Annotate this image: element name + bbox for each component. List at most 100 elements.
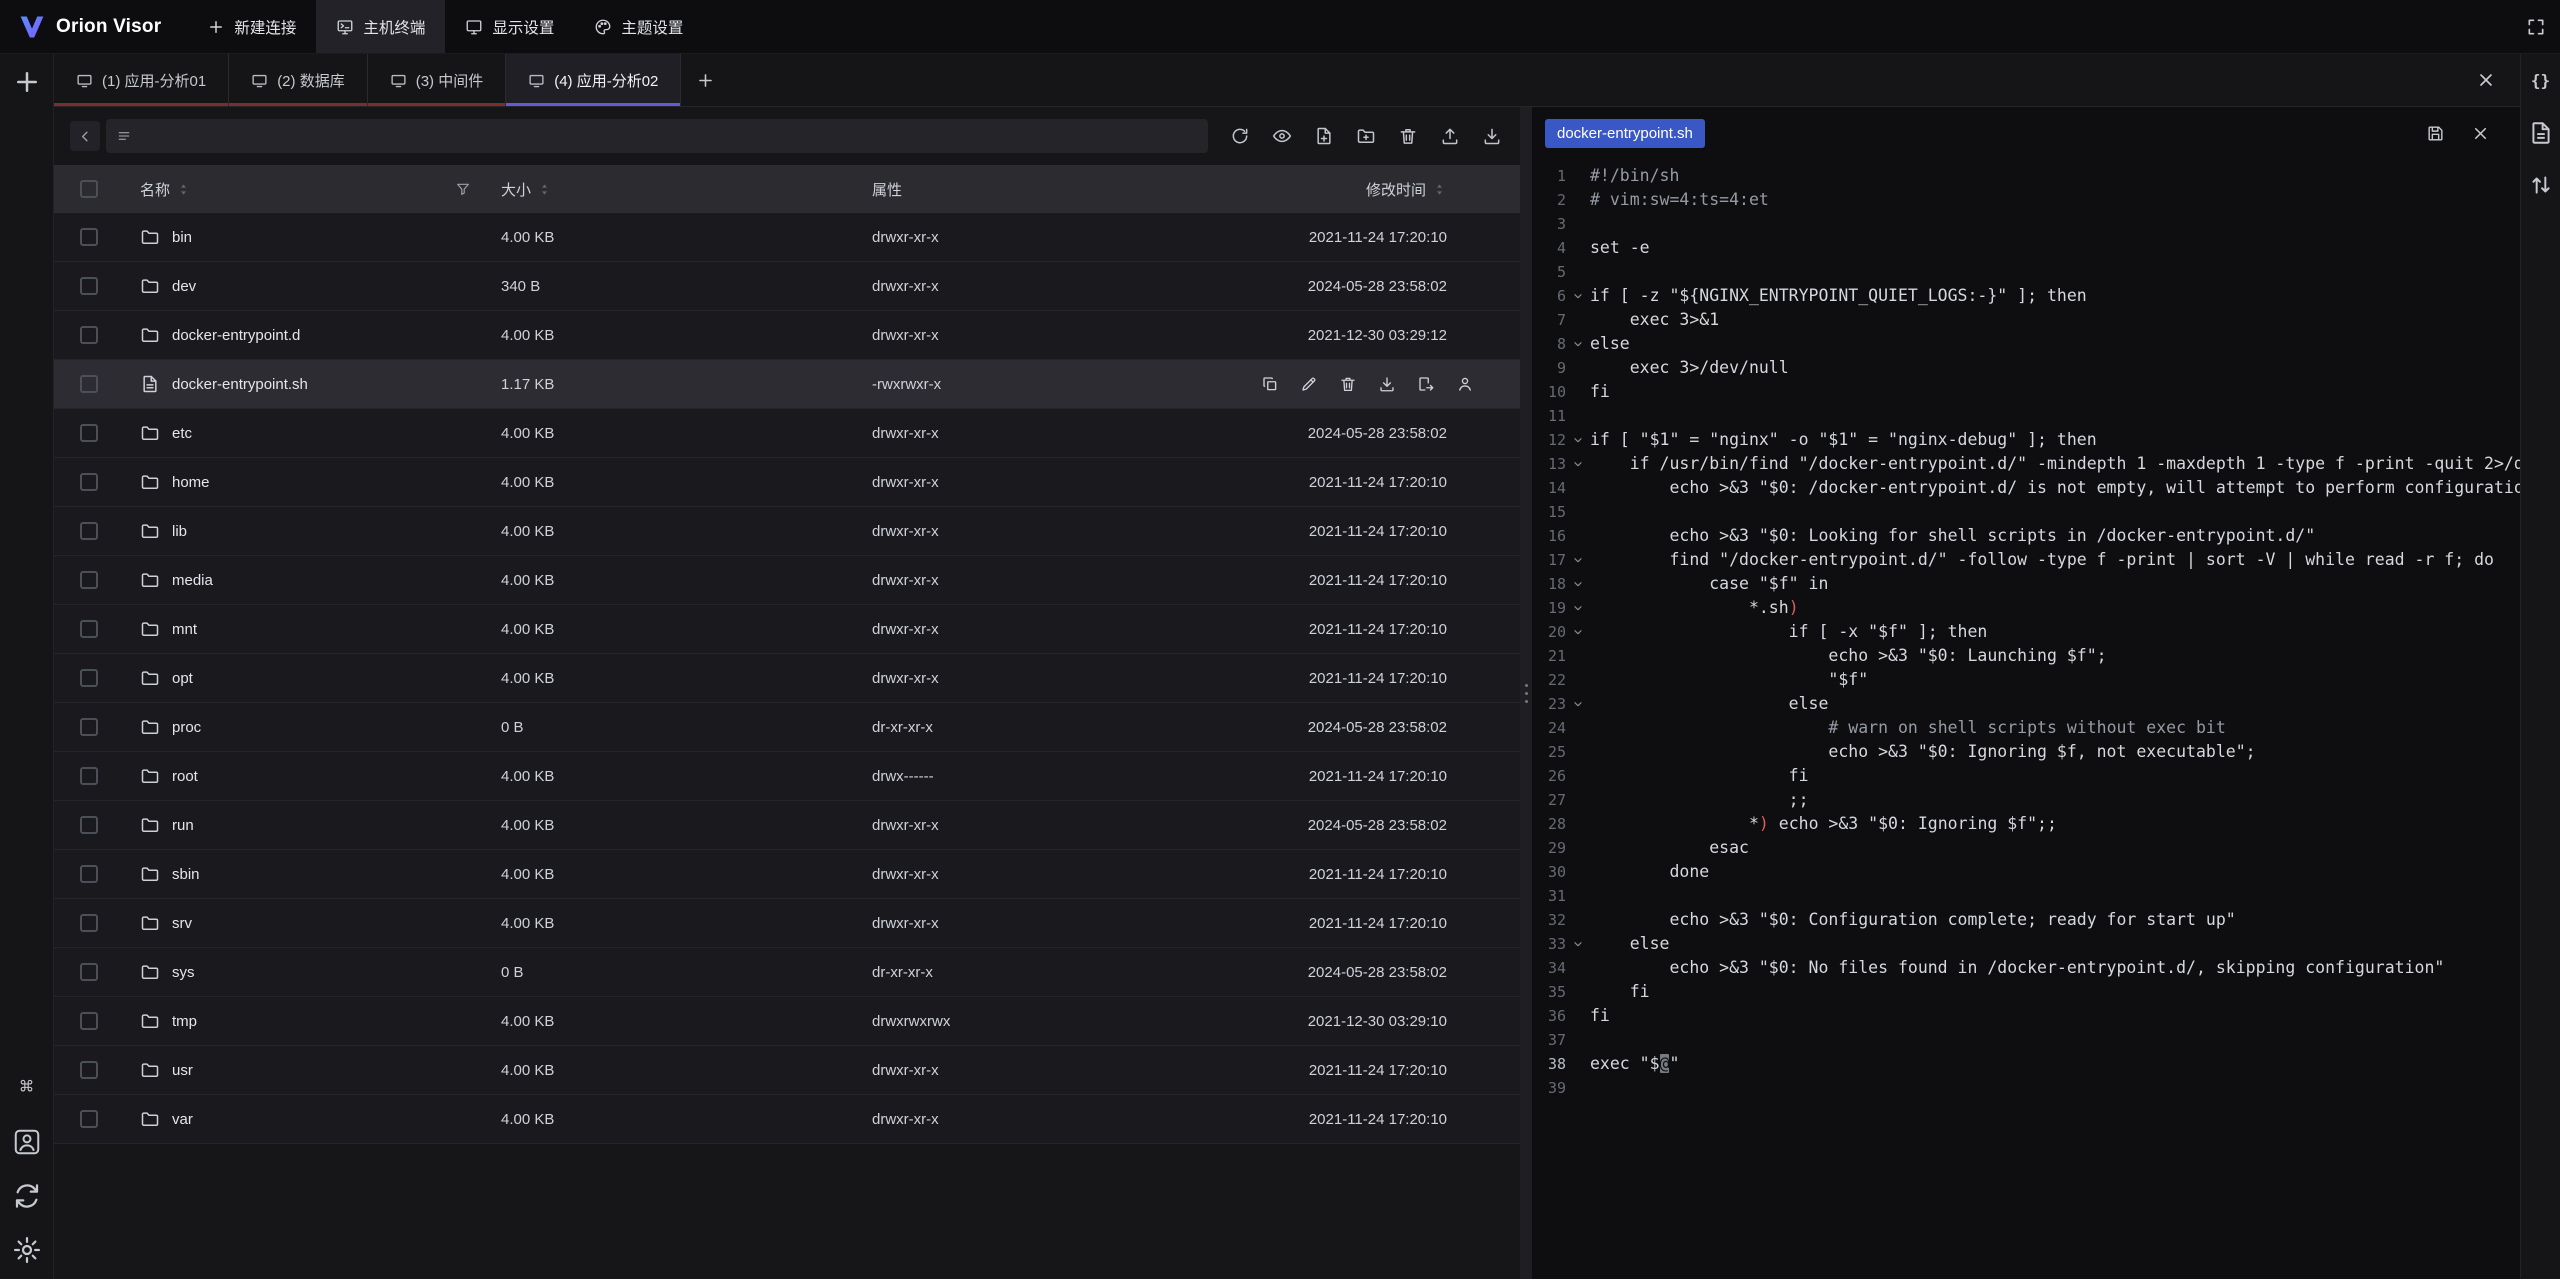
table-row[interactable]: media4.00 KBdrwxr-xr-x2021-11-24 17:20:1…	[54, 556, 1520, 605]
path-input[interactable]	[140, 128, 1198, 145]
row-checkbox[interactable]	[80, 914, 98, 932]
table-row[interactable]: lib4.00 KBdrwxr-xr-x2021-11-24 17:20:10	[54, 507, 1520, 556]
fold-toggle-icon[interactable]	[1566, 332, 1590, 356]
column-header-size[interactable]: 大小	[501, 179, 531, 200]
download-icon[interactable]	[1378, 375, 1396, 393]
row-checkbox[interactable]	[80, 963, 98, 981]
fold-toggle-icon[interactable]	[1566, 428, 1590, 452]
permission-icon[interactable]	[1456, 375, 1474, 393]
fold-toggle-icon[interactable]	[1566, 620, 1590, 644]
table-row[interactable]: tmp4.00 KBdrwxrwxrwx2021-12-30 03:29:10	[54, 997, 1520, 1046]
row-checkbox[interactable]	[80, 1110, 98, 1128]
fold-toggle-icon[interactable]	[1566, 452, 1590, 476]
table-row[interactable]: etc4.00 KBdrwxr-xr-x2024-05-28 23:58:02	[54, 409, 1520, 458]
fold-toggle-icon[interactable]	[1566, 548, 1590, 572]
table-row[interactable]: run4.00 KBdrwxr-xr-x2024-05-28 23:58:02	[54, 801, 1520, 850]
upload-button[interactable]	[1440, 126, 1460, 146]
table-row[interactable]: sys0 Bdr-xr-xr-x2024-05-28 23:58:02	[54, 948, 1520, 997]
copy-icon[interactable]	[1261, 375, 1279, 393]
filter-icon[interactable]	[455, 181, 471, 197]
row-checkbox[interactable]	[80, 1061, 98, 1079]
row-checkbox[interactable]	[80, 718, 98, 736]
sort-icon[interactable]	[537, 182, 552, 197]
fold-toggle-icon[interactable]	[1566, 932, 1590, 956]
select-all-checkbox[interactable]	[80, 180, 98, 198]
rail-command-button[interactable]: ⌘	[12, 1073, 42, 1103]
menu-item-new-connection[interactable]: 新建连接	[187, 0, 316, 53]
row-checkbox[interactable]	[80, 424, 98, 442]
new-tab-button[interactable]	[681, 54, 729, 106]
row-checkbox[interactable]	[80, 277, 98, 295]
menu-item-host-terminal[interactable]: 主机终端	[316, 0, 445, 53]
code-line: 6if [ -z "${NGINX_ENTRYPOINT_QUIET_LOGS:…	[1532, 284, 2520, 308]
fold-toggle-icon[interactable]	[1566, 284, 1590, 308]
row-checkbox[interactable]	[80, 620, 98, 638]
new-file-button[interactable]	[1314, 126, 1334, 146]
fullscreen-icon[interactable]	[2526, 17, 2546, 37]
save-icon[interactable]	[2426, 124, 2445, 143]
sort-icon[interactable]	[176, 182, 191, 197]
row-checkbox[interactable]	[80, 1012, 98, 1030]
row-checkbox[interactable]	[80, 571, 98, 589]
table-row[interactable]: sbin4.00 KBdrwxr-xr-x2021-11-24 17:20:10	[54, 850, 1520, 899]
row-checkbox[interactable]	[80, 326, 98, 344]
fold-toggle-icon[interactable]	[1566, 572, 1590, 596]
rail-snippets-button[interactable]: {}	[2528, 68, 2554, 94]
new-folder-button[interactable]	[1356, 126, 1376, 146]
move-icon[interactable]	[1417, 375, 1435, 393]
code-area[interactable]: 1#!/bin/sh2# vim:sw=4:ts=4:et34set -e56i…	[1532, 160, 2520, 1279]
edit-icon[interactable]	[1300, 375, 1318, 393]
close-panel-icon[interactable]	[2476, 70, 2496, 90]
trash-icon[interactable]	[1339, 375, 1357, 393]
fold-toggle-icon[interactable]	[1566, 596, 1590, 620]
column-header-mtime[interactable]: 修改时间	[1366, 179, 1426, 200]
rail-doc-button[interactable]	[2528, 120, 2554, 146]
fold-toggle-icon[interactable]	[1566, 692, 1590, 716]
row-checkbox[interactable]	[80, 669, 98, 687]
column-header-name[interactable]: 名称	[140, 179, 170, 200]
table-row[interactable]: home4.00 KBdrwxr-xr-x2021-11-24 17:20:10	[54, 458, 1520, 507]
sort-icon[interactable]	[1432, 182, 1447, 197]
menu-item-theme-settings[interactable]: 主题设置	[574, 0, 703, 53]
editor-file-tab[interactable]: docker-entrypoint.sh	[1545, 119, 1705, 148]
table-row[interactable]: docker-entrypoint.d4.00 KBdrwxr-xr-x2021…	[54, 311, 1520, 360]
file-mtime: 2021-11-24 17:20:10	[1090, 474, 1520, 491]
rail-sync-button[interactable]	[12, 1181, 42, 1211]
table-row[interactable]: root4.00 KBdrwx------2021-11-24 17:20:10	[54, 752, 1520, 801]
row-checkbox[interactable]	[80, 522, 98, 540]
row-checkbox[interactable]	[80, 816, 98, 834]
delete-button[interactable]	[1398, 126, 1418, 146]
table-row[interactable]: bin4.00 KBdrwxr-xr-x2021-11-24 17:20:10	[54, 213, 1520, 262]
row-checkbox[interactable]	[80, 375, 98, 393]
back-button[interactable]	[70, 121, 100, 151]
show-hidden-button[interactable]	[1272, 126, 1292, 146]
terminal-tab-3[interactable]: (3) 中间件	[368, 54, 507, 106]
rail-user-button[interactable]	[12, 1127, 42, 1157]
table-row[interactable]: mnt4.00 KBdrwxr-xr-x2021-11-24 17:20:10	[54, 605, 1520, 654]
close-editor-icon[interactable]	[2471, 124, 2490, 143]
row-checkbox[interactable]	[80, 865, 98, 883]
table-row[interactable]: usr4.00 KBdrwxr-xr-x2021-11-24 17:20:10	[54, 1046, 1520, 1095]
table-row[interactable]: dev340 Bdrwxr-xr-x2024-05-28 23:58:02	[54, 262, 1520, 311]
row-checkbox[interactable]	[80, 767, 98, 785]
rail-settings-button[interactable]	[12, 1235, 42, 1265]
table-row[interactable]: docker-entrypoint.sh1.17 KB-rwxrwxr-x	[54, 360, 1520, 409]
table-row[interactable]: var4.00 KBdrwxr-xr-x2021-11-24 17:20:10	[54, 1095, 1520, 1144]
table-row[interactable]: proc0 Bdr-xr-xr-x2024-05-28 23:58:02	[54, 703, 1520, 752]
table-row[interactable]: opt4.00 KBdrwxr-xr-x2021-11-24 17:20:10	[54, 654, 1520, 703]
rail-transfer-button[interactable]	[2528, 172, 2554, 198]
code-line: 38exec "$@"	[1532, 1052, 2520, 1076]
path-menu-icon[interactable]	[116, 128, 132, 144]
row-checkbox[interactable]	[80, 473, 98, 491]
terminal-tab-2[interactable]: (2) 数据库	[229, 54, 368, 106]
rail-add-button[interactable]	[12, 67, 42, 97]
download-button[interactable]	[1482, 126, 1502, 146]
terminal-tab-4[interactable]: (4) 应用-分析02	[506, 54, 681, 106]
path-input-box	[106, 119, 1208, 153]
refresh-button[interactable]	[1230, 126, 1250, 146]
panel-splitter[interactable]	[1520, 107, 1532, 1279]
table-row[interactable]: srv4.00 KBdrwxr-xr-x2021-11-24 17:20:10	[54, 899, 1520, 948]
terminal-tab-1[interactable]: (1) 应用-分析01	[54, 54, 229, 106]
menu-item-display-settings[interactable]: 显示设置	[445, 0, 574, 53]
row-checkbox[interactable]	[80, 228, 98, 246]
